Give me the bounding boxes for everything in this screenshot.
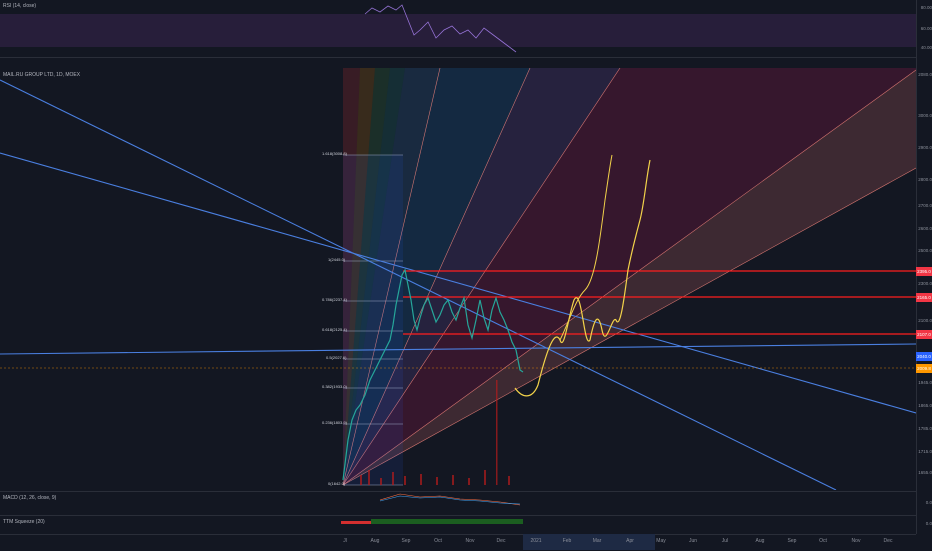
time-label: 2021 (530, 538, 542, 544)
price-tag: 2040.0 (916, 352, 932, 361)
price-tick: 2900.0 (918, 145, 932, 150)
time-label: Nov (851, 538, 861, 544)
time-label: Aug (370, 538, 380, 544)
time-label: Sep (787, 538, 797, 544)
ttm-squeeze-red (341, 521, 371, 524)
rsi-tick: 80.00 (920, 5, 932, 10)
price-tick: 2800.0 (918, 177, 932, 182)
time-label: Jun (688, 538, 698, 544)
fib-label: 0(1642.0) (328, 481, 346, 486)
time-label: May (656, 538, 666, 544)
time-label: Jul (721, 538, 729, 544)
fib-label: 0.382(1933.0) (322, 384, 347, 389)
time-range-highlight (523, 534, 655, 550)
macd-histogram (379, 493, 521, 506)
price-tick: 2600.0 (918, 226, 932, 231)
ttm-squeeze-green (371, 519, 523, 524)
fib-label: 0.236(1803.9) (322, 420, 347, 425)
time-label: Sep (401, 538, 411, 544)
price-tick: 2080.0 (918, 72, 932, 77)
price-tick: 2300.0 (918, 281, 932, 286)
ttm-tick: 0.0 (925, 521, 932, 526)
fib-label: 0.786(2237.4) (322, 297, 347, 302)
fib-label: 0.5(2027.6) (326, 355, 347, 360)
time-label: Oct (819, 538, 827, 544)
time-label: Mar (592, 538, 602, 544)
macd-tick: 0.0 (925, 500, 932, 505)
time-label: Apr (626, 538, 634, 544)
fib-label: 0.618(2125.4) (322, 327, 347, 332)
time-axis[interactable] (0, 534, 916, 551)
price-tick: 3000.0 (918, 113, 932, 118)
fib-label: 1(2445.0) (328, 257, 346, 262)
time-label: Aug (755, 538, 765, 544)
time-label: Nov (465, 538, 475, 544)
price-tag: 2009.8 (916, 364, 932, 373)
time-label: Feb (562, 538, 572, 544)
price-tick: 2100.0 (918, 318, 932, 323)
price-tick: 1865.0 (918, 403, 932, 408)
price-tick: 1655.0 (918, 470, 932, 475)
time-label: Oct (434, 538, 442, 544)
price-tick: 1715.0 (918, 449, 932, 454)
price-tag: 2107.0 (916, 330, 932, 339)
price-tick: 1785.0 (918, 426, 932, 431)
price-tick: 2500.0 (918, 248, 932, 253)
fib-label: 1.618(3008.8) (322, 151, 347, 156)
time-label: Dec (496, 538, 506, 544)
chart-drawings[interactable] (0, 0, 916, 534)
price-tick: 1945.0 (918, 380, 932, 385)
rsi-line (364, 4, 517, 53)
rsi-tick: 60.00 (920, 26, 932, 31)
price-tag: 2165.0 (916, 293, 932, 302)
time-label: Dec (883, 538, 893, 544)
rsi-tick: 40.00 (920, 45, 932, 50)
price-tick: 2700.0 (918, 203, 932, 208)
price-tag: 2395.0 (916, 267, 932, 276)
time-label: Jl (343, 538, 347, 544)
